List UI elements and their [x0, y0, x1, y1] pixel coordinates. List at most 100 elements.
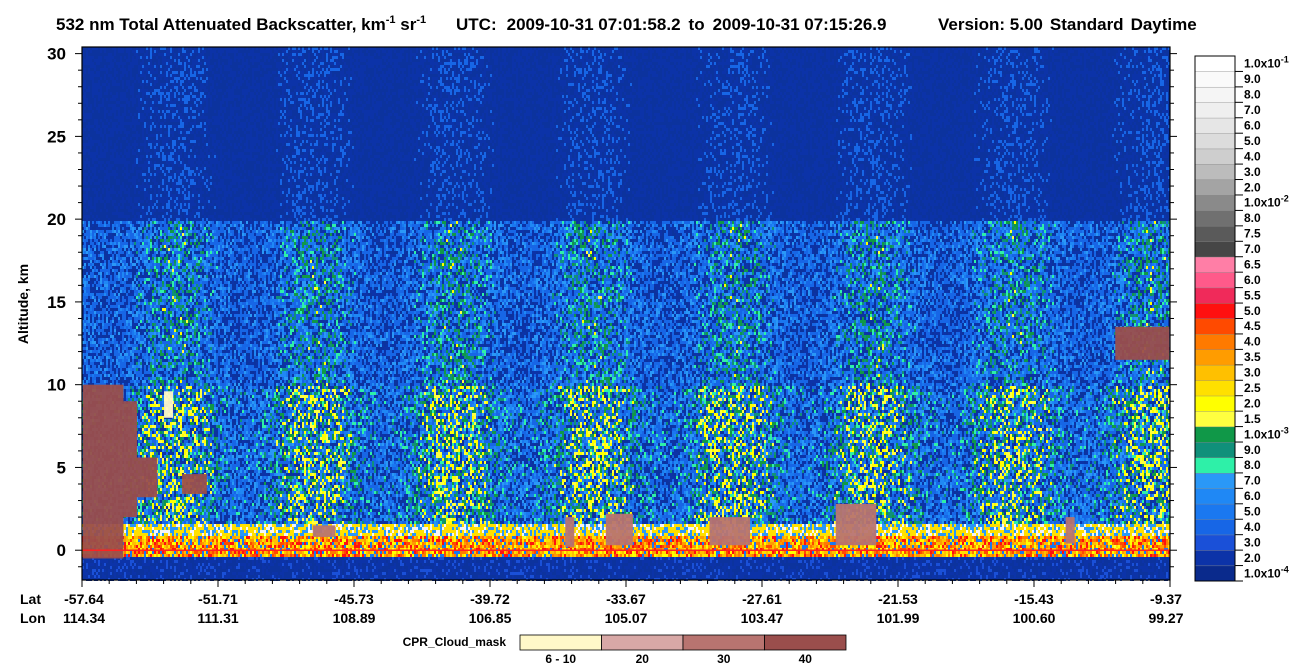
backscatter-pixel [92, 263, 94, 266]
backscatter-pixel [92, 311, 94, 314]
backscatter-pixel [96, 377, 98, 380]
backscatter-pixel [94, 371, 96, 374]
backscatter-pixel [90, 71, 92, 74]
backscatter-pixel [90, 236, 92, 239]
backscatter-pixel [94, 86, 96, 89]
backscatter-pixel [90, 59, 92, 62]
backscatter-pixel [96, 281, 98, 284]
backscatter-pixel [84, 179, 86, 182]
backscatter-pixel [96, 563, 98, 566]
backscatter-pixel [90, 275, 92, 278]
backscatter-pixel [86, 338, 88, 341]
backscatter-pixel [86, 173, 88, 176]
backscatter-pixel [88, 248, 90, 251]
backscatter-pixel [96, 146, 98, 149]
backscatter-pixel [88, 62, 90, 65]
backscatter-pixel [88, 566, 90, 569]
backscatter-pixel [84, 347, 86, 350]
backscatter-pixel [84, 359, 86, 362]
backscatter-pixel [98, 320, 100, 323]
backscatter-pixel [90, 248, 92, 251]
backscatter-pixel [90, 62, 92, 65]
backscatter-pixel [96, 200, 98, 203]
backscatter-pixel [86, 281, 88, 284]
backscatter-pixel [86, 104, 88, 107]
backscatter-pixel [98, 143, 100, 146]
backscatter-pixel [88, 329, 90, 332]
backscatter-pixel [88, 245, 90, 248]
backscatter-pixel [92, 74, 94, 77]
backscatter-pixel [96, 338, 98, 341]
backscatter-pixel [88, 371, 90, 374]
backscatter-pixel [92, 86, 94, 89]
backscatter-pixel [86, 341, 88, 344]
backscatter-pixel [92, 293, 94, 296]
backscatter-pixel [86, 209, 88, 212]
backscatter-pixel [96, 329, 98, 332]
backscatter-pixel [86, 188, 88, 191]
backscatter-pixel [88, 278, 90, 281]
backscatter-pixel [90, 314, 92, 317]
backscatter-pixel [84, 233, 86, 236]
backscatter-pixel [90, 323, 92, 326]
y-axis-label: Altitude, km [15, 264, 31, 344]
backscatter-pixel [90, 140, 92, 143]
backscatter-pixel [98, 71, 100, 74]
backscatter-pixel [84, 86, 86, 89]
backscatter-pixel [96, 86, 98, 89]
backscatter-pixel [94, 266, 96, 269]
backscatter-pixel [98, 569, 100, 572]
backscatter-pixel [90, 251, 92, 254]
backscatter-pixel [92, 338, 94, 341]
backscatter-pixel [84, 149, 86, 152]
backscatter-pixel [86, 344, 88, 347]
chart-title-utc: UTC: 2009-10-31 07:01:58.2 to 2009-10-31 07… [456, 15, 887, 34]
backscatter-pixel [88, 350, 90, 353]
backscatter-pixel [96, 299, 98, 302]
backscatter-pixel [86, 296, 88, 299]
backscatter-pixel [94, 248, 96, 251]
backscatter-pixel [88, 311, 90, 314]
backscatter-pixel [94, 332, 96, 335]
backscatter-pixel [98, 83, 100, 86]
backscatter-pixel [96, 323, 98, 326]
backscatter-pixel [96, 371, 98, 374]
backscatter-pixel [84, 62, 86, 65]
backscatter-pixel [94, 152, 96, 155]
backscatter-pixel [92, 326, 94, 329]
backscatter-pixel [84, 107, 86, 110]
backscatter-pixel [88, 86, 90, 89]
backscatter-pixel [94, 356, 96, 359]
backscatter-pixel [88, 254, 90, 257]
backscatter-pixel [86, 221, 88, 224]
backscatter-pixel [96, 380, 98, 383]
backscatter-pixel [92, 233, 94, 236]
backscatter-pixel [88, 560, 90, 563]
backscatter-pixel [96, 284, 98, 287]
backscatter-pixel [94, 275, 96, 278]
backscatter-pixel [90, 263, 92, 266]
backscatter-pixel [90, 137, 92, 140]
backscatter-pixel [94, 101, 96, 104]
backscatter-pixel [98, 341, 100, 344]
backscatter-pixel [92, 569, 94, 572]
backscatter-pixel [88, 164, 90, 167]
backscatter-pixel [86, 353, 88, 356]
backscatter-pixel [88, 287, 90, 290]
backscatter-pixel [86, 242, 88, 245]
backscatter-pixel [88, 107, 90, 110]
backscatter-pixel [86, 230, 88, 233]
backscatter-pixel [100, 89, 102, 92]
backscatter-pixel [84, 296, 86, 299]
backscatter-pixel [90, 257, 92, 260]
backscatter-pixel [96, 149, 98, 152]
backscatter-pixel [94, 230, 96, 233]
backscatter-pixel [84, 116, 86, 119]
backscatter-pixel [84, 380, 86, 383]
backscatter-pixel [92, 62, 94, 65]
backscatter-pixel [88, 365, 90, 368]
backscatter-pixel [88, 170, 90, 173]
backscatter-pixel [94, 350, 96, 353]
backscatter-pixel [86, 566, 88, 569]
backscatter-pixel [84, 113, 86, 116]
